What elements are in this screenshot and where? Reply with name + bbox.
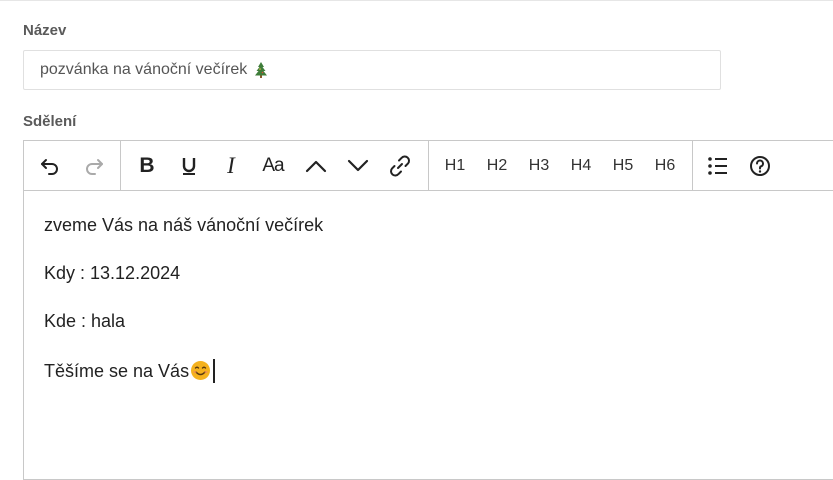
bulleted-list-icon[interactable] xyxy=(704,141,732,190)
heading-6-button[interactable]: H6 xyxy=(650,141,680,190)
heading-3-button[interactable]: H3 xyxy=(524,141,554,190)
toolbar-separator xyxy=(692,141,693,190)
undo-icon[interactable] xyxy=(36,141,64,190)
heading-5-button[interactable]: H5 xyxy=(608,141,638,190)
caret-down-icon[interactable] xyxy=(344,141,372,190)
italic-glyph: I xyxy=(227,152,235,178)
redo-icon[interactable] xyxy=(80,141,108,190)
toolbar-separator xyxy=(120,141,121,190)
bold-glyph: B xyxy=(139,153,155,177)
editor-paragraph[interactable]: Kde : hala xyxy=(44,311,125,332)
editor-paragraph[interactable]: Kdy : 13.12.2024 xyxy=(44,263,180,284)
font-case-glyph: Aa xyxy=(262,154,284,176)
editor-paragraph-text: Těšíme se na Vás xyxy=(44,361,190,381)
text-cursor xyxy=(213,359,215,383)
editor-toolbar: B I Aa H1 H2 H3 H4 H5 H6 xyxy=(24,141,833,191)
rich-text-editor: B I Aa H1 H2 H3 H4 H5 H6 zveme Vás na ná… xyxy=(23,140,833,480)
font-case-icon[interactable]: Aa xyxy=(258,141,288,190)
caret-up-icon[interactable] xyxy=(302,141,330,190)
help-icon[interactable] xyxy=(746,141,774,190)
italic-icon[interactable]: I xyxy=(218,141,244,190)
heading-4-button[interactable]: H4 xyxy=(566,141,596,190)
editor-paragraph[interactable]: zveme Vás na náš vánoční večírek xyxy=(44,215,323,236)
heading-1-button[interactable]: H1 xyxy=(440,141,470,190)
title-label: Název xyxy=(23,22,67,39)
christmas-tree-icon xyxy=(254,61,268,79)
title-input[interactable]: pozvánka na vánoční večírek xyxy=(23,50,721,90)
message-label: Sdělení xyxy=(23,113,77,130)
editor-last-paragraph[interactable]: Těšíme se na Vás xyxy=(44,359,215,383)
smiling-face-icon xyxy=(190,360,211,381)
link-icon[interactable] xyxy=(386,141,414,190)
toolbar-separator xyxy=(428,141,429,190)
bold-icon[interactable]: B xyxy=(134,141,160,190)
heading-2-button[interactable]: H2 xyxy=(482,141,512,190)
top-divider xyxy=(0,0,833,1)
title-input-value: pozvánka na vánoční večírek xyxy=(40,61,248,78)
underline-icon[interactable] xyxy=(176,141,202,190)
